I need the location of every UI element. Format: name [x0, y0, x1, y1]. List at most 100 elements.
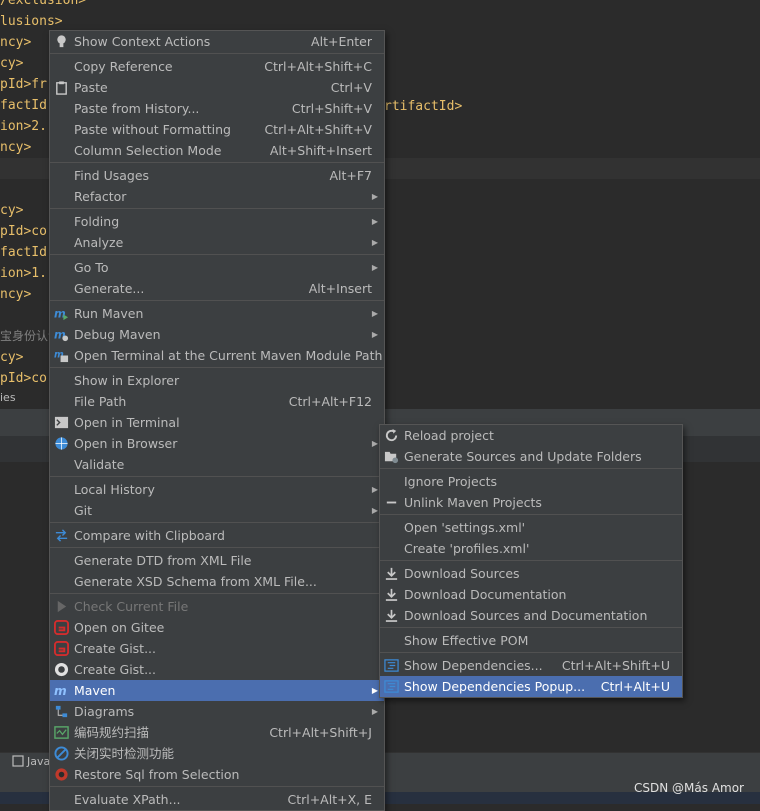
menu-item-generate-sources[interactable]: Generate Sources and Update Folders: [380, 446, 682, 467]
menu-item-open-in-browser[interactable]: Open in Browser ▶: [50, 433, 384, 454]
menu-item-reload-project[interactable]: Reload project: [380, 425, 682, 446]
menu-item-show-effective-pom[interactable]: Show Effective POM: [380, 630, 682, 651]
menu-item-label: Paste from History...: [74, 101, 200, 116]
menu-item-find-usages[interactable]: Find Usages Alt+F7: [50, 165, 384, 186]
menu-item-local-history[interactable]: Local History ▶: [50, 479, 384, 500]
menu-item-label: Open in Terminal: [74, 415, 180, 430]
menu-item-label: Generate DTD from XML File: [74, 553, 252, 568]
code-line: ncy>: [0, 284, 31, 305]
menu-item-label: Git: [74, 503, 93, 518]
menu-item-validate[interactable]: Validate: [50, 454, 384, 475]
context-menu: Show Context Actions Alt+Enter Copy Refere…: [49, 30, 385, 811]
menu-item-label: Generate XSD Schema from XML File...: [74, 574, 317, 589]
watermark: CSDN @Más Amor: [634, 781, 744, 795]
menu-item-paste-without-formatting[interactable]: Paste without Formatting Ctrl+Alt+Shift+V: [50, 119, 384, 140]
globe-icon: [55, 437, 68, 450]
download-icon: [385, 588, 398, 601]
menu-item-label: Debug Maven: [74, 327, 161, 342]
menu-item-refactor[interactable]: Refactor ▶: [50, 186, 384, 207]
code-line: lusions>: [0, 11, 63, 32]
menu-item-label: Show in Explorer: [74, 373, 180, 388]
code-line-text: ncy>: [0, 140, 32, 155]
menu-item-file-path[interactable]: File Path Ctrl+Alt+F12: [50, 391, 384, 412]
menu-separator: [50, 593, 384, 594]
menu-item-label: Download Documentation: [404, 587, 567, 602]
menu-separator: [380, 652, 682, 653]
menu-item-generate-dtd[interactable]: Generate DTD from XML File: [50, 550, 384, 571]
menu-item-download-sources-docs[interactable]: Download Sources and Documentation: [380, 605, 682, 626]
menu-item-download-documentation[interactable]: Download Documentation: [380, 584, 682, 605]
java-tab[interactable]: Java: [12, 754, 50, 770]
menu-item-open-settings-xml[interactable]: Open 'settings.xml': [380, 517, 682, 538]
menu-item-show-context-actions[interactable]: Show Context Actions Alt+Enter: [50, 31, 384, 52]
menu-item-paste[interactable]: Paste Ctrl+V: [50, 77, 384, 98]
menu-item-analyze[interactable]: Analyze ▶: [50, 232, 384, 253]
code-line-text: ncy>: [0, 287, 32, 302]
maven-debug-icon: m: [54, 328, 69, 341]
menu-item-open-on-gitee[interactable]: Open on Gitee: [50, 617, 384, 638]
code-line-text: /exclusion>: [0, 0, 87, 8]
menu-item-show-in-explorer[interactable]: Show in Explorer: [50, 370, 384, 391]
code-line-text: lusions>: [0, 14, 63, 29]
code-line: pId>co: [0, 221, 47, 242]
menu-item-shortcut: Ctrl+Alt+Shift+C: [264, 59, 372, 74]
menu-item-create-gist-github[interactable]: Create Gist...: [50, 659, 384, 680]
code-line-text: factId: [0, 245, 47, 260]
menu-separator: [50, 254, 384, 255]
dependencies-icon: [384, 659, 399, 672]
code-line: ion>2.: [0, 116, 47, 137]
menu-separator: [50, 208, 384, 209]
menu-item-ignore-projects[interactable]: Ignore Projects: [380, 471, 682, 492]
menu-separator: [380, 514, 682, 515]
code-line-text: pId>fr: [0, 77, 47, 92]
menu-item-label: Generate...: [74, 281, 145, 296]
menu-separator: [50, 300, 384, 301]
menu-item-show-dependencies-popup[interactable]: Show Dependencies Popup... Ctrl+Alt+U: [380, 676, 682, 697]
menu-item-git[interactable]: Git ▶: [50, 500, 384, 521]
menu-item-label: Unlink Maven Projects: [404, 495, 542, 510]
menu-item-evaluate-xpath[interactable]: Evaluate XPath... Ctrl+Alt+X, E: [50, 789, 384, 810]
menu-item-open-in-terminal[interactable]: Open in Terminal: [50, 412, 384, 433]
menu-item-maven[interactable]: m Maven ▶: [50, 680, 384, 701]
menu-item-folding[interactable]: Folding ▶: [50, 211, 384, 232]
menu-item-open-terminal-maven[interactable]: m Open Terminal at the Current Maven Modu…: [50, 345, 384, 366]
menu-item-column-selection-mode[interactable]: Column Selection Mode Alt+Shift+Insert: [50, 140, 384, 161]
menu-item-label: Find Usages: [74, 168, 150, 183]
menu-item-label: Paste without Formatting: [74, 122, 231, 137]
menu-item-debug-maven[interactable]: m Debug Maven ▶: [50, 324, 384, 345]
menu-item-copy-reference[interactable]: Copy Reference Ctrl+Alt+Shift+C: [50, 56, 384, 77]
menu-item-diagrams[interactable]: Diagrams ▶: [50, 701, 384, 722]
submenu-arrow-icon: ▶: [371, 309, 378, 318]
menu-item-label: Open in Browser: [74, 436, 178, 451]
menu-item-download-sources[interactable]: Download Sources: [380, 563, 682, 584]
menu-item-unlink-maven-projects[interactable]: Unlink Maven Projects: [380, 492, 682, 513]
menu-item-code-guideline-scan[interactable]: 编码规约扫描 Ctrl+Alt+Shift+J: [50, 722, 384, 743]
menu-item-paste-from-history[interactable]: Paste from History... Ctrl+Shift+V: [50, 98, 384, 119]
menu-item-create-gist-gitee[interactable]: Create Gist...: [50, 638, 384, 659]
sql-icon: [55, 768, 68, 781]
gitee-icon: [54, 641, 69, 656]
diagram-icon: [55, 705, 68, 718]
menu-item-label: 编码规约扫描: [74, 725, 150, 740]
menu-item-generate-xsd[interactable]: Generate XSD Schema from XML File...: [50, 571, 384, 592]
menu-item-generate[interactable]: Generate... Alt+Insert: [50, 278, 384, 299]
menu-separator: [380, 560, 682, 561]
menu-item-label: Validate: [74, 457, 125, 472]
menu-item-run-maven[interactable]: m Run Maven ▶: [50, 303, 384, 324]
menu-item-show-dependencies[interactable]: Show Dependencies... Ctrl+Alt+Shift+U: [380, 655, 682, 676]
menu-item-create-profiles-xml[interactable]: Create 'profiles.xml': [380, 538, 682, 559]
menu-item-label: Folding: [74, 214, 120, 229]
code-line-text: cy>: [0, 350, 24, 365]
submenu-arrow-icon: ▶: [371, 192, 378, 201]
play-icon: [57, 600, 67, 613]
download-icon: [385, 609, 398, 622]
menu-item-close-realtime-check[interactable]: 关闭实时检测功能: [50, 743, 384, 764]
menu-item-restore-sql[interactable]: Restore Sql from Selection: [50, 764, 384, 785]
submenu-arrow-icon: ▶: [371, 238, 378, 247]
menu-item-compare-with-clipboard[interactable]: Compare with Clipboard: [50, 525, 384, 546]
gitee-icon: [54, 620, 69, 635]
code-line-text: ncy>: [0, 35, 32, 50]
menu-item-go-to[interactable]: Go To ▶: [50, 257, 384, 278]
menu-item-label: Show Dependencies Popup...: [404, 679, 586, 694]
menu-item-label: Download Sources: [404, 566, 520, 581]
